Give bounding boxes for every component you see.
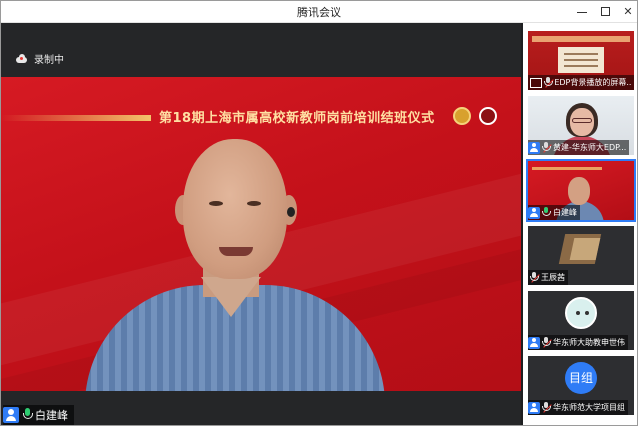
minimize-button[interactable]: [573, 3, 591, 21]
speaker-video: [61, 77, 401, 391]
school-logo-icon: [453, 107, 471, 125]
maximize-button[interactable]: [597, 3, 615, 21]
mic-muted-icon: [542, 337, 552, 348]
mic-active-icon: [542, 207, 551, 218]
participant-icon: [528, 336, 540, 349]
main-participant-name: 白建峰: [35, 409, 68, 422]
screen-share-icon: [530, 77, 542, 88]
tile-name: 白建峰: [553, 208, 577, 217]
title-bar[interactable]: 腾讯会议 ✕: [1, 1, 637, 23]
participant-tile[interactable]: 王辰茜: [528, 226, 634, 285]
mic-muted-icon: [542, 142, 552, 153]
main-video-feed[interactable]: 第18期上海市属高校新教师岗前培训结班仪式: [1, 77, 521, 391]
tile-label: 华东师范大学项目组: [528, 400, 628, 415]
cloud-record-icon: [15, 53, 28, 63]
tile-name: 黄建-华东师大EDP...: [553, 143, 627, 152]
participant-gallery[interactable]: EDP背景播放的屏幕... 黄建-华东师大EDP... 白建峰 王辰茜 华东师大…: [523, 23, 637, 425]
cartoon-avatar: [565, 297, 597, 329]
main-video-area[interactable]: 录制中 第18期上海市属高校新教师岗前培训结班仪式 白建峰: [1, 23, 521, 425]
participant-tile-active[interactable]: 白建峰: [526, 159, 636, 222]
recording-indicator[interactable]: 录制中: [15, 51, 64, 66]
tile-name: 华东师范大学项目组: [553, 403, 625, 412]
tile-label: 王辰茜: [528, 270, 568, 285]
participant-icon: [528, 401, 540, 414]
mic-muted-icon: [530, 272, 540, 283]
meeting-window: 腾讯会议 ✕ 录制中 第18期上海市属高校新教师岗前培训结班仪式 白建峰 EDP…: [0, 0, 638, 426]
close-icon: ✕: [623, 5, 633, 18]
mic-active-icon: [22, 408, 33, 422]
tile-name: EDP背景播放的屏幕...: [554, 78, 631, 87]
university-seal-icon: [479, 107, 497, 125]
mic-muted-icon: [543, 77, 554, 88]
text-avatar: 目组: [565, 362, 597, 394]
minimize-icon: [577, 12, 587, 13]
main-participant-label: 白建峰: [3, 405, 74, 425]
tile-name: 王辰茜: [541, 273, 565, 282]
participant-tile[interactable]: 黄建-华东师大EDP...: [528, 96, 634, 155]
participant-tile[interactable]: 目组 华东师范大学项目组: [528, 356, 634, 415]
participant-icon: [528, 141, 540, 154]
close-button[interactable]: ✕: [619, 3, 637, 21]
tile-label: 华东师大助教申世伟: [528, 335, 628, 350]
participant-icon: [528, 206, 540, 219]
participant-tile[interactable]: 华东师大助教申世伟: [528, 291, 634, 350]
tile-name: 华东师大助教申世伟: [553, 338, 625, 347]
window-title: 腾讯会议: [297, 6, 341, 19]
participant-icon: [3, 407, 19, 423]
tile-label: 黄建-华东师大EDP...: [528, 140, 630, 155]
maximize-icon: [601, 7, 610, 16]
participant-tile-screen-share[interactable]: EDP背景播放的屏幕...: [528, 31, 634, 90]
mic-muted-icon: [542, 402, 552, 413]
tile-label: 白建峰: [528, 205, 580, 220]
recording-label: 录制中: [34, 54, 64, 66]
tile-label: EDP背景播放的屏幕...: [528, 75, 634, 90]
